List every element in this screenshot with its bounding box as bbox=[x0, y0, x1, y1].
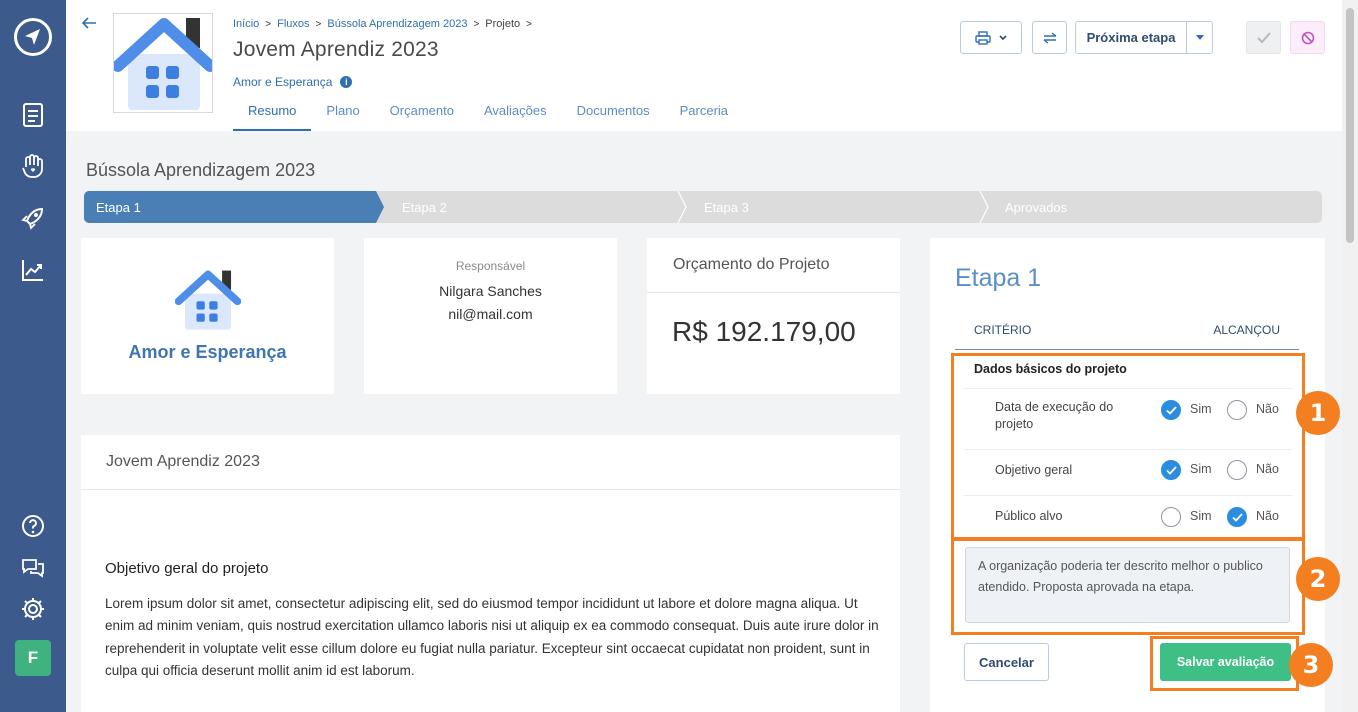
step-1[interactable]: Etapa 1 bbox=[96, 200, 141, 215]
tab-plano[interactable]: Plano bbox=[311, 98, 374, 131]
switch-button[interactable] bbox=[1032, 21, 1067, 54]
hand-heart-icon[interactable] bbox=[20, 153, 46, 179]
approve-button[interactable] bbox=[1246, 21, 1281, 54]
breadcrumb-flows[interactable]: Fluxos bbox=[277, 18, 309, 30]
caret-down-icon bbox=[1195, 34, 1204, 40]
back-arrow-icon[interactable] bbox=[80, 14, 98, 32]
block-icon bbox=[1301, 31, 1314, 44]
stage-stepper: Etapa 1 Etapa 2 Etapa 3 Aprovados bbox=[84, 191, 1322, 223]
flow-title: Bússola Aprendizagem 2023 bbox=[86, 160, 316, 180]
document-section-title: Objetivo geral do projeto bbox=[105, 560, 269, 577]
responsible-card: Responsável Nilgara Sanches nil@mail.com bbox=[364, 238, 617, 394]
project-document-card: Jovem Aprendiz 2023 Objetivo geral do pr… bbox=[81, 435, 900, 712]
document-paragraph: Lorem ipsum dolor sit amet, consectetur … bbox=[105, 596, 879, 678]
cancel-button[interactable]: Cancelar bbox=[964, 643, 1049, 681]
tab-parceria[interactable]: Parceria bbox=[665, 98, 743, 131]
rocket-icon[interactable] bbox=[20, 205, 46, 231]
tab-avaliacoes[interactable]: Avaliações bbox=[469, 98, 562, 131]
annotation-badge-2: 2 bbox=[1296, 557, 1340, 601]
stepper-arrows bbox=[84, 191, 1322, 223]
user-avatar[interactable]: F bbox=[15, 640, 51, 676]
chart-line-icon[interactable] bbox=[20, 257, 46, 283]
step-approved[interactable]: Aprovados bbox=[1005, 200, 1067, 215]
step-2[interactable]: Etapa 2 bbox=[402, 200, 447, 215]
printer-icon bbox=[975, 30, 991, 45]
page-title: Jovem Aprendiz 2023 bbox=[233, 38, 439, 61]
organization-link[interactable]: Amor e Esperança i bbox=[233, 75, 353, 89]
tab-orcamento[interactable]: Orçamento bbox=[375, 98, 469, 131]
breadcrumb-home[interactable]: Início bbox=[233, 18, 259, 30]
app-logo-icon[interactable] bbox=[14, 18, 52, 56]
project-header: Início > Fluxos > Bússola Aprendizagem 202… bbox=[66, 0, 1342, 131]
column-criteria: CRITÉRIO bbox=[974, 323, 1032, 337]
organization-name[interactable]: Amor e Esperança bbox=[233, 75, 332, 89]
print-button[interactable] bbox=[960, 21, 1022, 54]
criteria-table-header: CRITÉRIO ALCANÇOU bbox=[955, 323, 1299, 350]
swap-arrows-icon bbox=[1043, 31, 1056, 44]
highlight-box-save bbox=[1150, 636, 1299, 691]
next-step-dropdown[interactable] bbox=[1187, 34, 1212, 41]
annotation-badge-1: 1 bbox=[1296, 391, 1340, 435]
responsible-email: nil@mail.com bbox=[448, 306, 533, 322]
info-icon[interactable]: i bbox=[340, 76, 353, 88]
house-icon bbox=[114, 18, 212, 110]
document-header: Jovem Aprendiz 2023 bbox=[106, 453, 260, 470]
annotation-badge-3: 3 bbox=[1289, 643, 1333, 687]
divider bbox=[81, 489, 900, 490]
document-icon[interactable] bbox=[20, 102, 46, 128]
scrollbar-thumb[interactable] bbox=[1346, 8, 1354, 243]
check-icon bbox=[1256, 31, 1271, 43]
step-3[interactable]: Etapa 3 bbox=[704, 200, 749, 215]
house-icon bbox=[175, 270, 241, 330]
help-icon[interactable] bbox=[20, 513, 46, 539]
next-step-label[interactable]: Próxima etapa bbox=[1076, 22, 1187, 53]
evaluation-stage-title: Etapa 1 bbox=[955, 264, 1042, 292]
organization-card-name[interactable]: Amor e Esperança bbox=[81, 342, 334, 363]
budget-label: Orçamento do Projeto bbox=[673, 256, 830, 273]
organization-card: Amor e Esperança bbox=[81, 238, 334, 394]
next-step-button[interactable]: Próxima etapa bbox=[1075, 21, 1213, 54]
breadcrumb-flow[interactable]: Bússola Aprendizagem 2023 bbox=[327, 18, 467, 30]
tab-documentos[interactable]: Documentos bbox=[562, 98, 665, 131]
responsible-label: Responsável bbox=[455, 259, 526, 273]
breadcrumb-current: Projeto bbox=[485, 18, 521, 30]
divider bbox=[647, 292, 900, 293]
budget-card: Orçamento do Projeto R$ 192.179,00 bbox=[647, 238, 900, 394]
budget-value: R$ 192.179,00 bbox=[672, 316, 856, 347]
highlight-box-comment bbox=[951, 538, 1305, 635]
highlight-box-criteria bbox=[951, 353, 1305, 540]
project-tabs: Resumo Plano Orçamento Avaliações Docume… bbox=[233, 98, 743, 131]
tab-resumo[interactable]: Resumo bbox=[233, 98, 312, 131]
reject-button[interactable] bbox=[1290, 21, 1325, 54]
left-sidebar: F bbox=[0, 0, 66, 712]
breadcrumb: Início > Fluxos > Bússola Aprendizagem 202… bbox=[233, 18, 532, 30]
responsible-name: Nilgara Sanches bbox=[439, 283, 542, 299]
column-achieved: ALCANÇOU bbox=[1213, 323, 1280, 337]
settings-gear-icon[interactable] bbox=[20, 596, 46, 622]
page-scrollbar[interactable] bbox=[1342, 0, 1358, 712]
project-thumbnail bbox=[113, 13, 213, 113]
chevron-down-icon bbox=[999, 34, 1007, 40]
chat-icon[interactable] bbox=[20, 555, 46, 581]
